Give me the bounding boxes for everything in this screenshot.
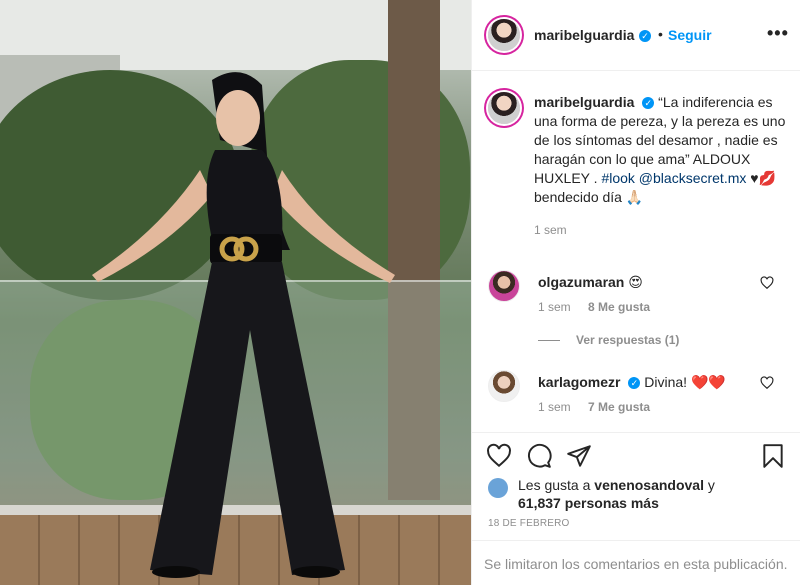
verified-badge-icon: ✓ [642,97,655,110]
commenter-username[interactable]: olgazumaran [538,274,624,290]
photo-woman-figure [92,72,395,578]
caption-text: maribelguardia ✓ “La indiferencia es una… [534,93,794,240]
separator-dot: • [658,26,663,42]
likes-count-link[interactable]: 61,837 personas más [518,494,659,512]
like-comment-heart-icon[interactable] [760,276,774,290]
comment-meta: 1 sem 8 Me gusta [538,300,650,314]
comment-like-count[interactable]: 7 Me gusta [588,400,650,414]
view-replies-label: Ver respuestas (1) [576,333,680,347]
likes-line-1: Les gusta a venenosandoval y [518,476,715,494]
caption-hashtag-link[interactable]: #look [601,170,634,186]
more-options-icon[interactable]: ••• [767,23,789,44]
comment-time: 1 sem [538,400,571,414]
view-replies-button[interactable]: Ver respuestas (1) [538,333,679,347]
section-divider [472,540,800,541]
comment-item: olgazumaran 😍 1 sem 8 Me gusta [488,270,788,320]
caption-mention-link[interactable]: @blacksecret.mx [639,170,747,186]
like-comment-heart-icon[interactable] [760,376,774,390]
verified-badge-icon: ✓ [628,377,641,390]
comments-limited-notice: Se limitaron los comentarios en esta pub… [484,556,788,572]
comment-text: olgazumaran 😍 [538,274,643,291]
comment-body: Divina! ❤️❤️ [644,374,726,390]
likes-suffix: y [707,477,715,493]
caption-time: 1 sem [534,223,567,237]
author-avatar[interactable] [488,19,520,51]
replies-line [538,340,560,342]
caption-username[interactable]: maribelguardia [534,94,634,110]
follow-button[interactable]: Seguir [668,27,712,43]
comment-meta: 1 sem 7 Me gusta [538,400,650,414]
commenter-avatar[interactable] [488,270,520,302]
commenter-avatar[interactable] [488,370,520,402]
verified-badge-icon: ✓ [639,30,651,42]
comment-body: 😍 [628,274,643,290]
caption-author-avatar[interactable] [488,92,520,124]
comment-like-count[interactable]: 8 Me gusta [588,300,650,314]
like-heart-icon[interactable] [486,443,512,469]
liker-avatar[interactable] [488,478,508,498]
commenter-username[interactable]: karlagomezr [538,374,620,390]
comment-text: karlagomezr ✓ Divina! ❤️❤️ [538,374,726,391]
post-side-panel: maribelguardia ✓ • Seguir ••• maribelgua… [471,0,800,585]
post-actions-bar [486,443,786,469]
section-divider [472,432,800,433]
share-paper-plane-icon[interactable] [566,443,592,469]
likes-prefix: Les gusta a [518,477,591,493]
comment-bubble-icon[interactable] [526,443,552,469]
post-photo[interactable] [0,0,471,585]
author-username[interactable]: maribelguardia [534,27,634,43]
post-date[interactable]: 18 DE FEBRERO [488,518,570,529]
comment-time: 1 sem [538,300,571,314]
liker-username[interactable]: venenosandoval [594,477,704,493]
comment-item: karlagomezr ✓ Divina! ❤️❤️ 1 sem 7 Me gu… [488,370,788,420]
post-header: maribelguardia ✓ • Seguir ••• [472,0,800,71]
save-bookmark-icon[interactable] [760,443,786,469]
